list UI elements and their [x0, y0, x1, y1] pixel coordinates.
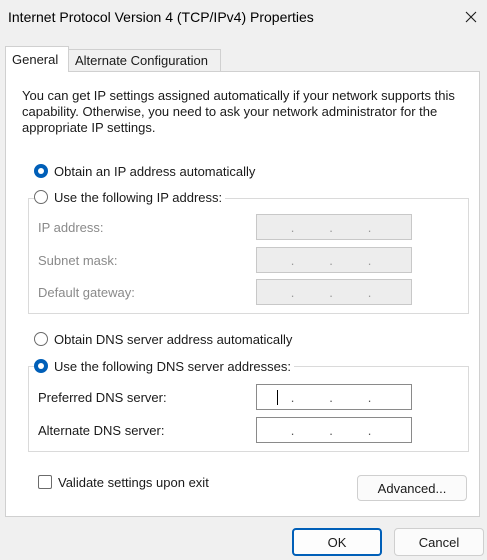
validate-label: Validate settings upon exit: [58, 474, 209, 490]
ok-button[interactable]: OK: [292, 528, 382, 556]
default-gateway-input[interactable]: ...: [256, 279, 412, 305]
preferred-dns-input[interactable]: ...: [256, 384, 412, 410]
dns-manual-radio[interactable]: [34, 359, 48, 373]
ip-manual-option[interactable]: Use the following IP address:: [34, 188, 226, 206]
window-title: Internet Protocol Version 4 (TCP/IPv4) P…: [8, 9, 314, 25]
close-icon: [465, 11, 477, 23]
advanced-button[interactable]: Advanced...: [357, 475, 467, 501]
text-caret: [277, 390, 278, 405]
close-button[interactable]: [457, 3, 485, 31]
dns-manual-option[interactable]: Use the following DNS server addresses:: [34, 357, 294, 375]
dns-auto-label: Obtain DNS server address automatically: [54, 331, 293, 347]
ip-auto-label: Obtain an IP address automatically: [54, 163, 256, 179]
ip-manual-label: Use the following IP address:: [54, 189, 223, 205]
subnet-mask-input[interactable]: ...: [256, 247, 412, 273]
validate-checkbox[interactable]: [38, 475, 52, 489]
intro-text: You can get IP settings assigned automat…: [22, 88, 455, 135]
subnet-mask-label: Subnet mask:: [38, 253, 118, 268]
tab-alternate-configuration[interactable]: Alternate Configuration: [69, 49, 221, 71]
dns-auto-radio[interactable]: [34, 332, 48, 346]
ip-auto-radio[interactable]: [34, 164, 48, 178]
preferred-dns-label: Preferred DNS server:: [38, 390, 167, 405]
alternate-dns-input[interactable]: ...: [256, 417, 412, 443]
ip-address-label: IP address:: [38, 220, 104, 235]
alternate-dns-label: Alternate DNS server:: [38, 423, 165, 438]
cancel-button[interactable]: Cancel: [394, 528, 484, 556]
default-gateway-label: Default gateway:: [38, 285, 135, 300]
ip-auto-option[interactable]: Obtain an IP address automatically: [34, 162, 255, 180]
ip-address-input[interactable]: ...: [256, 214, 412, 240]
dns-manual-label: Use the following DNS server addresses:: [54, 358, 291, 374]
tab-general[interactable]: General: [5, 46, 69, 72]
validate-option[interactable]: Validate settings upon exit: [38, 473, 209, 491]
ip-manual-radio[interactable]: [34, 190, 48, 204]
dns-auto-option[interactable]: Obtain DNS server address automatically: [34, 330, 292, 348]
